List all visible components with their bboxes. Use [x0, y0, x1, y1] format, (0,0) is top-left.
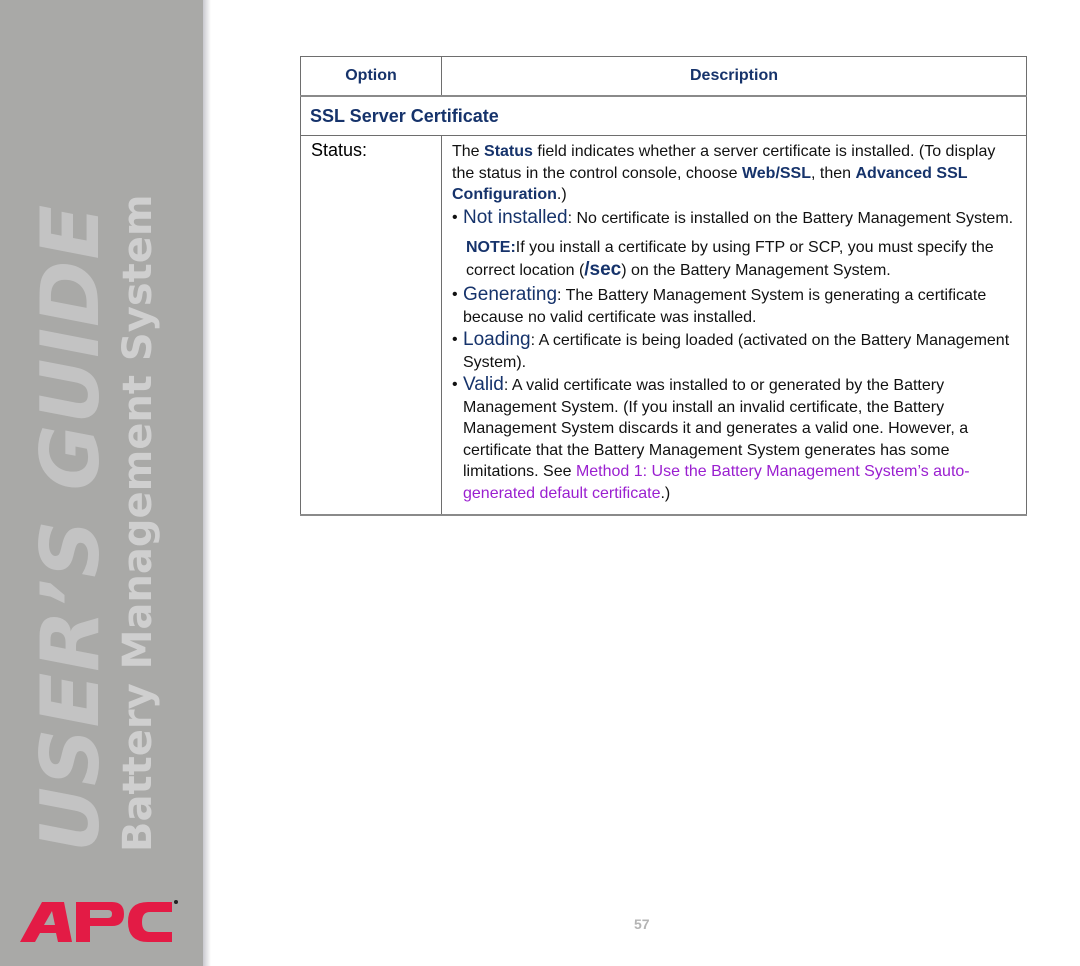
- path-code: /sec: [584, 258, 622, 280]
- registered-mark-icon: [174, 900, 178, 904]
- option-cell: Status:: [300, 135, 442, 515]
- section-row: SSL Server Certificate: [300, 96, 1027, 136]
- list-item: Valid: A valid certificate was installed…: [452, 374, 1014, 504]
- guide-subtitle: Battery Management System: [115, 194, 161, 852]
- logo-letter-a: [20, 902, 72, 942]
- intro-paragraph: The Status field indicates whether a ser…: [452, 141, 1014, 206]
- logo-letter-p: [76, 902, 124, 942]
- status-desc: : No certificate is installed on the Bat…: [567, 209, 1014, 227]
- ui-term-web-ssl: Web/SSL: [741, 164, 811, 182]
- text: The: [452, 143, 485, 160]
- header-option: Option: [300, 56, 442, 97]
- ui-term-status: Status: [484, 143, 533, 160]
- text: , then: [811, 164, 856, 182]
- status-term: Not installed: [463, 206, 568, 228]
- status-term: Valid: [463, 374, 504, 395]
- note-label: NOTE:: [466, 239, 516, 256]
- page-number: 57: [634, 916, 650, 932]
- status-term: Generating: [463, 284, 558, 305]
- status-term: Loading: [463, 329, 531, 350]
- list-item: Loading: A certificate is being loaded (…: [452, 329, 1014, 373]
- section-title: SSL Server Certificate: [300, 96, 1027, 136]
- text: .): [556, 186, 567, 203]
- sidebar-shadow: [203, 0, 211, 966]
- guide-title: USER’S GUIDE: [24, 203, 117, 852]
- list-item: Generating: The Battery Management Syste…: [452, 284, 1014, 328]
- header-description: Description: [441, 56, 1027, 97]
- logo-letter-c: [128, 902, 172, 942]
- list-item: Not installed: No certificate is install…: [452, 207, 1014, 230]
- table-row: Status: The Status field indicates wheth…: [300, 135, 1027, 515]
- sidebar: USER’S GUIDE Battery Management System: [0, 0, 203, 966]
- description-cell: The Status field indicates whether a ser…: [441, 135, 1027, 515]
- text: ) on the Battery Management System.: [621, 261, 891, 279]
- apc-logo: [20, 900, 178, 942]
- text: .): [660, 484, 671, 502]
- options-table: Option Description SSL Server Certificat…: [300, 56, 1027, 516]
- note-paragraph: NOTE:If you install a certificate by usi…: [452, 237, 1014, 281]
- status-desc: : A certificate is being loaded (activat…: [463, 332, 1010, 371]
- table-header-row: Option Description: [300, 56, 1027, 97]
